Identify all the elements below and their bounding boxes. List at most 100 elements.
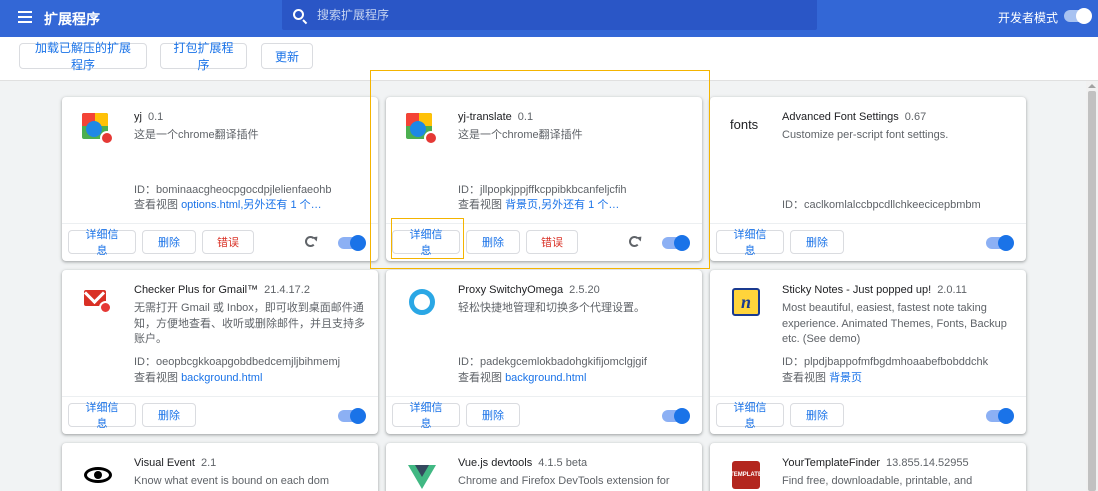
extension-card-yj: yj 0.1 这是一个chrome翻译插件 ID：bominaacgheocpgo… bbox=[62, 97, 378, 261]
toolbar: 加载已解压的扩展程序 打包扩展程序 更新 bbox=[0, 37, 1098, 81]
extension-description: Know what event is bound on each dom ele… bbox=[134, 475, 330, 491]
top-bar: 扩展程序 开发者模式 bbox=[0, 0, 1098, 37]
extension-name: Advanced Font Settings 0.67 bbox=[782, 111, 927, 123]
extension-version: 2.0.11 bbox=[937, 284, 967, 296]
extension-description: 这是一个chrome翻译插件 bbox=[458, 129, 583, 141]
remove-button[interactable]: 删除 bbox=[466, 230, 520, 254]
remove-button[interactable]: 删除 bbox=[466, 403, 520, 427]
view-link[interactable]: background.html bbox=[505, 372, 586, 384]
extension-version: 0.67 bbox=[904, 111, 927, 123]
search-box[interactable] bbox=[282, 0, 817, 30]
menu-icon[interactable] bbox=[18, 11, 32, 23]
extension-version: 0.1 bbox=[517, 111, 534, 123]
enable-toggle[interactable] bbox=[662, 408, 690, 424]
extension-name: Vue.js devtools 4.1.5 beta bbox=[458, 457, 588, 469]
extension-description: Chrome and Firefox DevTools extension fo… bbox=[458, 475, 670, 487]
sticky-notes-extension-icon: n bbox=[730, 286, 762, 318]
scrollbar[interactable] bbox=[1086, 81, 1098, 491]
extension-id: ID：caclkomlalccbpcdllchkeecicepbmbm bbox=[782, 199, 981, 211]
card-footer: 详细信息 删除 bbox=[62, 396, 378, 434]
extension-description: 无需打开 Gmail 或 Inbox，即可收到桌面邮件通知，方便地查看、收听或删… bbox=[134, 302, 365, 345]
card-footer: 详细信息 删除 错误 bbox=[386, 223, 702, 261]
extension-name: Visual Event 2.1 bbox=[134, 457, 217, 469]
card-footer: 详细信息 删除 bbox=[386, 396, 702, 434]
extension-name: Checker Plus for Gmail™ 21.4.17.2 bbox=[134, 284, 310, 296]
extension-card-yourtemplatefinder: TEMPLATE YourTemplateFinder 13.855.14.529… bbox=[710, 443, 1026, 491]
template-extension-icon: TEMPLATE bbox=[730, 459, 762, 491]
extension-version: 2.5.20 bbox=[569, 284, 600, 296]
enable-toggle[interactable] bbox=[338, 235, 366, 251]
remove-button[interactable]: 删除 bbox=[142, 403, 196, 427]
dev-mode-label: 开发者模式 bbox=[998, 11, 1059, 25]
remove-button[interactable]: 删除 bbox=[142, 230, 196, 254]
details-button[interactable]: 详细信息 bbox=[392, 402, 460, 430]
extension-id: ID：bominaacgheocpgocdpjlelienfaeohb bbox=[134, 184, 332, 196]
card-footer: 详细信息 删除 bbox=[710, 223, 1026, 261]
reload-icon[interactable] bbox=[305, 236, 316, 247]
details-button[interactable]: 详细信息 bbox=[68, 229, 136, 257]
extension-views: 查看视图 background.html bbox=[458, 372, 587, 384]
fonts-extension-icon: fonts bbox=[730, 117, 759, 132]
extension-name: YourTemplateFinder 13.855.14.52955 bbox=[782, 457, 969, 469]
extension-card-yj-translate: yj-translate 0.1 这是一个chrome翻译插件 ID：jllpop… bbox=[386, 97, 702, 261]
extension-card-vue-devtools: Vue.js devtools 4.1.5 beta Chrome and Fir… bbox=[386, 443, 702, 491]
remove-button[interactable]: 删除 bbox=[790, 230, 844, 254]
extension-id: ID：padekgcemlokbadohgkifijomclgjgif bbox=[458, 356, 647, 368]
extension-version: 13.855.14.52955 bbox=[886, 457, 969, 469]
extension-id: ID：oeopbcgkkoapgobdbedcemjljbihmemj bbox=[134, 356, 341, 368]
yj-translate-extension-icon bbox=[406, 113, 438, 145]
details-button[interactable]: 详细信息 bbox=[716, 229, 784, 257]
extension-card-checker-plus-gmail: Checker Plus for Gmail™ 21.4.17.2 无需打开 Gm… bbox=[62, 270, 378, 434]
extension-description: 这是一个chrome翻译插件 bbox=[134, 129, 259, 141]
dev-mode-toggle[interactable] bbox=[1064, 8, 1092, 24]
update-button[interactable]: 更新 bbox=[261, 43, 313, 69]
enable-toggle[interactable] bbox=[338, 408, 366, 424]
reload-icon[interactable] bbox=[629, 236, 640, 247]
extension-card-proxy-switchyomega: Proxy SwitchyOmega 2.5.20 轻松快捷地管理和切换多个代理设… bbox=[386, 270, 702, 434]
extension-name: yj 0.1 bbox=[134, 111, 164, 123]
details-button[interactable]: 详细信息 bbox=[392, 229, 460, 257]
yj-extension-icon bbox=[82, 113, 114, 145]
extension-id: ID：jllpopkjppjffkcppibkbcanfeljcfih bbox=[458, 184, 627, 196]
pack-extension-button[interactable]: 打包扩展程序 bbox=[160, 41, 247, 72]
extension-version: 4.1.5 beta bbox=[538, 457, 588, 469]
page-title: 扩展程序 bbox=[44, 11, 100, 27]
card-footer: 详细信息 删除 bbox=[710, 396, 1026, 434]
details-button[interactable]: 详细信息 bbox=[716, 402, 784, 430]
card-footer: 详细信息 删除 错误 bbox=[62, 223, 378, 261]
extension-description: Customize per-script font settings. bbox=[782, 129, 949, 141]
extension-card-advanced-font-settings: fonts Advanced Font Settings 0.67 Customi… bbox=[710, 97, 1026, 261]
enable-toggle[interactable] bbox=[986, 235, 1014, 251]
details-button[interactable]: 详细信息 bbox=[68, 402, 136, 430]
gmail-extension-icon bbox=[82, 286, 114, 318]
extension-name: yj-translate 0.1 bbox=[458, 111, 534, 123]
errors-button[interactable]: 错误 bbox=[202, 230, 254, 254]
remove-button[interactable]: 删除 bbox=[790, 403, 844, 427]
extension-name: Proxy SwitchyOmega 2.5.20 bbox=[458, 284, 600, 296]
extension-name: Sticky Notes - Just popped up! 2.0.11 bbox=[782, 284, 967, 296]
extension-card-visual-event: Visual Event 2.1 Know what event is bound… bbox=[62, 443, 378, 491]
errors-button[interactable]: 错误 bbox=[526, 230, 578, 254]
scroll-thumb[interactable] bbox=[1088, 91, 1096, 491]
eye-extension-icon bbox=[82, 459, 114, 491]
extension-views: 查看视图 背景页 bbox=[782, 372, 863, 384]
enable-toggle[interactable] bbox=[986, 408, 1014, 424]
extension-views: 查看视图 options.html,另外还有 1 个… bbox=[134, 199, 322, 211]
extension-description: Most beautiful, easiest, fastest note ta… bbox=[782, 302, 1007, 345]
extension-description: Find free, downloadable, printable, and bbox=[782, 475, 973, 487]
search-input[interactable] bbox=[317, 6, 797, 24]
extension-version: 2.1 bbox=[200, 457, 217, 469]
scroll-up-arrow-icon[interactable] bbox=[1088, 84, 1096, 88]
search-icon bbox=[293, 9, 304, 20]
extension-id: ID：plpdjbappofmfbgdmhoaabefbobddchk bbox=[782, 356, 989, 368]
extension-views: 查看视图 background.html bbox=[134, 372, 263, 384]
vue-extension-icon bbox=[406, 459, 438, 491]
load-unpacked-button[interactable]: 加载已解压的扩展程序 bbox=[19, 41, 147, 72]
view-link[interactable]: options.html,另外还有 1 个… bbox=[181, 199, 322, 211]
view-link[interactable]: 背景页,另外还有 1 个… bbox=[505, 199, 619, 211]
view-link[interactable]: 背景页 bbox=[829, 372, 862, 384]
enable-toggle[interactable] bbox=[662, 235, 690, 251]
extension-version: 0.1 bbox=[147, 111, 164, 123]
proxy-extension-icon bbox=[406, 286, 438, 318]
view-link[interactable]: background.html bbox=[181, 372, 262, 384]
